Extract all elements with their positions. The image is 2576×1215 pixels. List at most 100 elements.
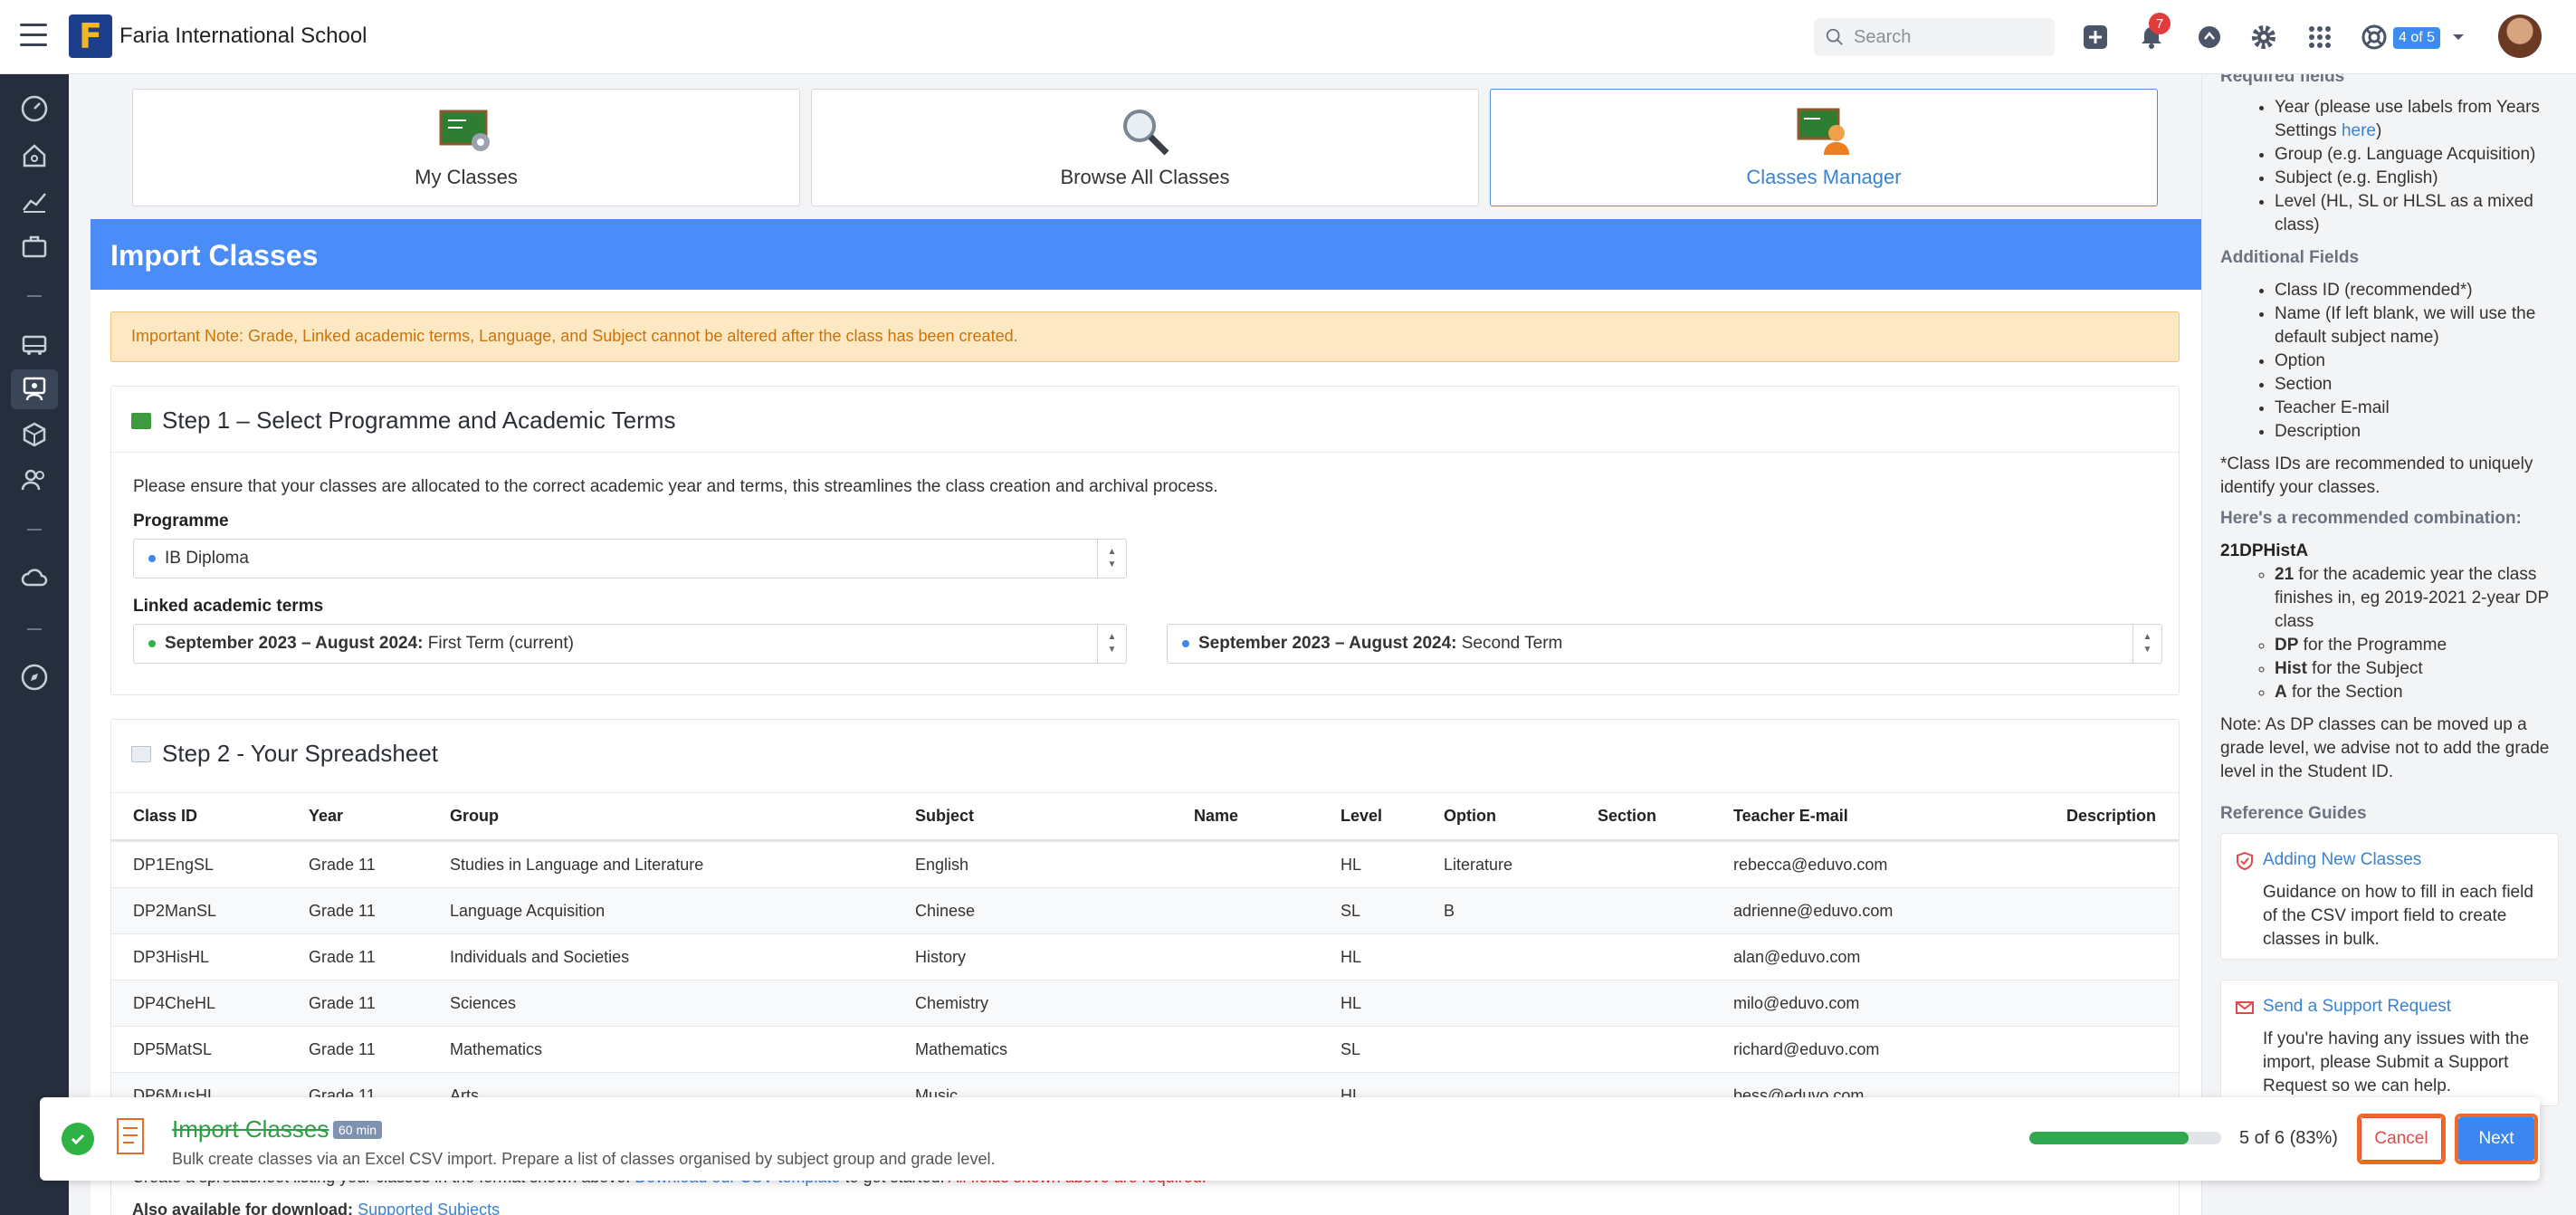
column-header: Section xyxy=(1598,807,1657,825)
part-bold: 21 xyxy=(2275,565,2295,584)
compass-icon[interactable] xyxy=(11,657,58,697)
task-title[interactable]: Import Classes xyxy=(172,1115,329,1143)
tile-my-classes[interactable]: My Classes xyxy=(132,89,800,206)
guide2-description: If you're having any issues with the imp… xyxy=(2263,1029,2530,1095)
cloud-icon[interactable] xyxy=(11,558,58,598)
table-cell: DP5MatSL xyxy=(133,1039,213,1058)
additional-item: Option xyxy=(2275,349,2564,373)
side-nav xyxy=(0,74,69,1215)
table-cell: Mathematics xyxy=(450,1039,543,1058)
tile-label: Browse All Classes xyxy=(1060,166,1230,188)
menu-icon[interactable] xyxy=(20,24,47,47)
chevron-down-icon[interactable] xyxy=(2449,22,2467,53)
supported-subjects-link[interactable]: Supported Subjects xyxy=(358,1201,500,1215)
chat-icon[interactable] xyxy=(2194,22,2225,53)
programme-select[interactable]: IB Diploma ▲ ▼ xyxy=(133,539,1127,579)
briefcase-icon[interactable] xyxy=(11,226,58,266)
next-button[interactable]: Next xyxy=(2455,1114,2538,1164)
bus-icon[interactable] xyxy=(11,324,58,364)
column-header: Level xyxy=(1340,807,1383,825)
table-cell: HL xyxy=(1340,855,1362,874)
dashboard-icon[interactable] xyxy=(11,89,58,129)
additional-list: Class ID (recommended*) Name (If left bl… xyxy=(2247,279,2564,444)
combination-part: Hist for the Subject xyxy=(2275,657,2564,681)
support-request-link[interactable]: Send a Support Request xyxy=(2263,997,2451,1017)
classes-manager-icon xyxy=(1797,108,1849,155)
required-item: Level (HL, SL or HLSL as a mixed class) xyxy=(2275,190,2564,237)
part-bold: Hist xyxy=(2275,659,2307,678)
task-bar: Import Classes 60 min Bulk create classe… xyxy=(40,1097,2540,1181)
part-bold: DP xyxy=(2275,636,2299,655)
part-rest: for the Subject xyxy=(2306,659,2423,678)
term2-dot xyxy=(1182,640,1189,647)
table-cell: Individuals and Societies xyxy=(450,947,630,966)
table-cell: Grade 11 xyxy=(309,993,376,1012)
required-item: Subject (e.g. English) xyxy=(2275,167,2564,190)
column-header: Teacher E-mail xyxy=(1733,807,1848,825)
guide1-description: Guidance on how to fill in each field of… xyxy=(2263,883,2533,949)
users-icon[interactable] xyxy=(11,460,58,500)
progress-count-badge[interactable]: 4 of 5 xyxy=(2393,27,2441,49)
guide-card-adding-classes: Adding New Classes Guidance on how to fi… xyxy=(2220,833,2559,960)
home-icon[interactable] xyxy=(11,136,58,176)
duration-badge: 60 min xyxy=(333,1121,383,1139)
select-arrows-icon: ▲ ▼ xyxy=(1097,540,1126,578)
additional-item: Description xyxy=(2275,420,2564,444)
years-settings-link[interactable]: here xyxy=(2342,121,2376,140)
table-cell: Studies in Language and Literature xyxy=(450,855,704,874)
add-icon[interactable] xyxy=(2080,22,2111,53)
adding-classes-link[interactable]: Adding New Classes xyxy=(2263,850,2421,870)
table-cell: HL xyxy=(1340,947,1362,966)
table-cell: B xyxy=(1444,901,1455,920)
nav-divider xyxy=(27,529,42,531)
school-logo[interactable]: F xyxy=(69,14,112,58)
help-panel: Required fields Year (please use labels … xyxy=(2201,74,2576,1215)
classes-icon[interactable] xyxy=(11,369,58,409)
part-rest: for the Programme xyxy=(2298,636,2447,655)
combination-example: 21DPHistA xyxy=(2220,541,2309,560)
table-row: DP3HisHL Grade 11 Individuals and Societie… xyxy=(111,933,2179,980)
table-cell: Mathematics xyxy=(915,1039,1008,1058)
gear-icon[interactable] xyxy=(2248,22,2279,53)
cube-icon[interactable] xyxy=(11,415,58,454)
tile-browse-all-classes[interactable]: Browse All Classes xyxy=(811,89,1479,206)
notification-badge: 7 xyxy=(2149,13,2171,34)
tile-classes-manager[interactable]: Classes Manager xyxy=(1490,89,2158,206)
table-cell: adrienne@eduvo.com xyxy=(1733,901,1894,920)
additional-item: Class ID (recommended*) xyxy=(2275,279,2564,302)
column-header: Group xyxy=(450,807,499,825)
additional-item: Teacher E-mail xyxy=(2275,397,2564,420)
progress-fill xyxy=(2029,1132,2189,1144)
class-tiles: My Classes Browse All Classes Classes Ma… xyxy=(132,89,2201,206)
term2-rest: Second Term xyxy=(1456,634,1563,653)
combination-heading: Here's a recommended combination: xyxy=(2220,509,2522,528)
check-icon xyxy=(62,1123,94,1155)
chart-line-icon[interactable] xyxy=(11,181,58,221)
table-cell: English xyxy=(915,855,969,874)
search-box[interactable] xyxy=(1814,18,2055,56)
column-header: Class ID xyxy=(133,807,198,825)
table-cell: alan@eduvo.com xyxy=(1733,947,1861,966)
term1-select[interactable]: September 2023 – August 2024: First Term… xyxy=(133,624,1127,664)
school-name[interactable]: Faria International School xyxy=(119,24,367,49)
avatar[interactable] xyxy=(2498,14,2542,58)
step2-title: Step 2 - Your Spreadsheet xyxy=(131,740,438,768)
table-header-row: Class ID Year Group Subject Name Level Option S… xyxy=(111,792,2179,841)
guide-card-support: Send a Support Request If you're having … xyxy=(2220,980,2559,1106)
table-cell: milo@eduvo.com xyxy=(1733,993,1860,1012)
apps-grid-icon[interactable] xyxy=(2304,22,2335,53)
table-cell: DP4CheHL xyxy=(133,993,216,1012)
step1-title: Step 1 – Select Programme and Academic T… xyxy=(131,407,675,435)
cancel-button[interactable]: Cancel xyxy=(2357,1114,2446,1164)
table-cell: DP3HisHL xyxy=(133,947,210,966)
term2-select[interactable]: September 2023 – August 2024: Second Ter… xyxy=(1167,624,2162,664)
next-label: Next xyxy=(2458,1117,2534,1161)
programme-dot xyxy=(148,555,156,562)
progress-text: 5 of 6 (83%) xyxy=(2239,1128,2338,1148)
lifebuoy-icon[interactable] xyxy=(2359,22,2390,53)
reference-heading: Reference Guides xyxy=(2220,804,2367,823)
task-description: Bulk create classes via an Excel CSV imp… xyxy=(172,1150,996,1168)
search-input[interactable] xyxy=(1854,26,2035,48)
table-cell: Chemistry xyxy=(915,993,989,1012)
required-list: Year (please use labels from Years Setti… xyxy=(2247,96,2564,237)
